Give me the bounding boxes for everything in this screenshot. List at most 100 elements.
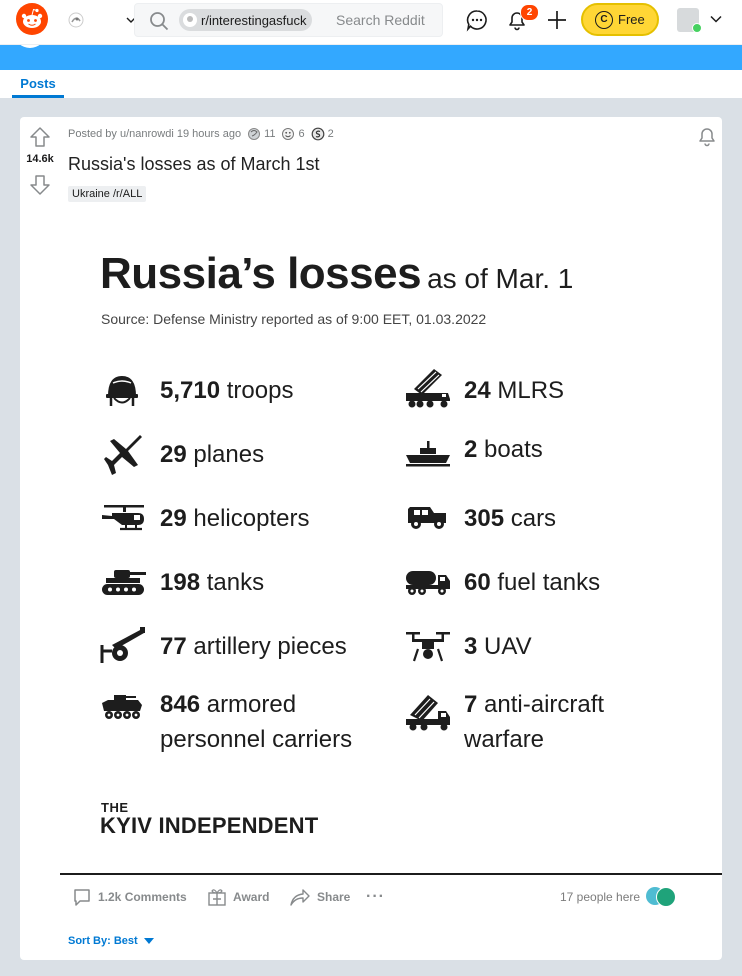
- loss-number: 7: [464, 691, 478, 718]
- loss-number: 29: [160, 441, 187, 468]
- share-label: Share: [317, 890, 351, 904]
- post-actions-bar: 1.2k Comments Award Share ··· 17 people …: [68, 883, 708, 911]
- award-count: 6: [298, 128, 305, 140]
- search-chip-label: r/interestingasfuck: [201, 12, 307, 28]
- loss-label: fuel tanks: [497, 569, 601, 596]
- wholesome-award-icon: [311, 127, 325, 141]
- award-count: 2: [327, 128, 334, 140]
- share-icon: [290, 889, 310, 906]
- award-silver[interactable]: 11: [247, 127, 275, 141]
- loss-item-anti-aircraft: 7 anti-aircraft warfare: [464, 687, 604, 757]
- loss-label: boats: [484, 436, 543, 463]
- chevron-down-icon: [710, 15, 722, 23]
- reddit-logo-icon[interactable]: [16, 3, 48, 35]
- loss-item-armored-personnel-carriers: 846 armored personnel carriers: [160, 687, 352, 757]
- downvote-arrow-icon[interactable]: [28, 173, 52, 197]
- notification-count-badge: 2: [520, 4, 539, 21]
- award-button[interactable]: Award: [207, 883, 269, 911]
- loss-label: UAV: [484, 633, 532, 660]
- chat-icon[interactable]: [464, 7, 490, 33]
- search-input[interactable]: [336, 10, 436, 30]
- award-label: Award: [233, 890, 270, 904]
- share-button[interactable]: Share: [289, 883, 350, 911]
- tab-posts[interactable]: Posts: [12, 70, 64, 98]
- subreddit-tab-bar: Posts: [0, 70, 742, 98]
- loss-number: 305: [464, 505, 505, 532]
- community-dropdown[interactable]: [64, 6, 136, 34]
- posted-by[interactable]: Posted by u/nanrowdi 19 hours ago: [68, 128, 241, 140]
- tank-icon: [102, 570, 146, 595]
- post-title[interactable]: Russia's losses as of March 1st: [68, 154, 320, 175]
- infographic-title-main: Russia’s losses: [100, 249, 422, 298]
- jeep-icon: [408, 507, 446, 529]
- search-community-chip[interactable]: r/interestingasfuck: [179, 9, 312, 31]
- loss-number: 24: [464, 377, 491, 404]
- vote-score: 14.6k: [26, 153, 54, 165]
- loss-item-artillery: 77 artillery pieces: [160, 629, 347, 664]
- loss-item-tanks: 198 tanks: [160, 565, 264, 600]
- loss-label: planes: [193, 441, 265, 468]
- loss-number: 846: [160, 691, 201, 718]
- rocket-launcher-icon: [406, 369, 450, 408]
- people-here-indicator[interactable]: 17 people here: [560, 883, 678, 911]
- comments-label: 1.2k Comments: [98, 890, 187, 904]
- loss-label: cars: [510, 505, 557, 532]
- premium-free-button[interactable]: C Free: [581, 3, 659, 36]
- award-helpful[interactable]: 6: [281, 127, 305, 141]
- loss-label-line2: warfare: [464, 726, 545, 753]
- loss-item-fuel-tanks: 60 fuel tanks: [464, 565, 600, 600]
- post-card: 14.6k Posted by u/nanrowdi 19 hours ago …: [20, 117, 722, 960]
- loss-number: 198: [160, 569, 201, 596]
- people-avatars-icon: [646, 887, 678, 907]
- publisher-name: KYIV INDEPENDENT: [100, 813, 319, 838]
- loss-label: helicopters: [193, 505, 310, 532]
- infographic-image[interactable]: Russia’s losses as of Mar. 1 Source: Defe…: [60, 235, 680, 855]
- loss-label: artillery pieces: [193, 633, 347, 660]
- jet-icon: [104, 435, 142, 475]
- award-wholesome[interactable]: 2: [311, 127, 334, 141]
- community-icon: [68, 12, 84, 28]
- sort-by-dropdown[interactable]: Sort By: Best: [68, 935, 154, 947]
- loss-label: tanks: [206, 569, 265, 596]
- more-options-button[interactable]: ···: [366, 883, 385, 911]
- top-navigation-bar: r/interestingasfuck 2 C Free: [0, 0, 742, 45]
- loss-item-troops: 5,710 troops: [160, 373, 293, 408]
- loss-number: 77: [160, 633, 187, 660]
- loss-number: 2: [464, 436, 478, 463]
- search-icon: [150, 12, 169, 31]
- loss-item-uav: 3 UAV: [464, 629, 532, 664]
- anti-aircraft-icon: [406, 695, 450, 731]
- post-flair[interactable]: Ukraine /r/ALL: [68, 186, 147, 202]
- helmet-icon: [106, 376, 138, 406]
- loss-label: anti-aircraft: [484, 691, 605, 718]
- loss-number: 5,710: [160, 377, 221, 404]
- upvote-arrow-icon[interactable]: [28, 125, 52, 149]
- comment-icon: [74, 889, 90, 906]
- boat-icon: [406, 441, 450, 467]
- award-count: 11: [264, 128, 276, 140]
- loss-label: troops: [226, 377, 294, 404]
- infographic-source: Source: Defense Ministry reported as of …: [101, 311, 487, 327]
- loss-label: armored: [206, 691, 297, 718]
- silver-award-icon: [248, 128, 261, 140]
- plus-icon[interactable]: [544, 7, 570, 33]
- loss-number: 29: [160, 505, 187, 532]
- caret-down-icon: [143, 938, 154, 944]
- search-bar[interactable]: r/interestingasfuck: [134, 3, 443, 37]
- apc-icon: [102, 695, 142, 719]
- people-here-label: 17 people here: [560, 890, 641, 904]
- drone-icon: [406, 632, 450, 662]
- loss-item-mlrs: 24 MLRS: [464, 373, 564, 408]
- fuel-truck-icon: [406, 571, 450, 595]
- subreddit-banner: [0, 44, 742, 70]
- user-menu-dropdown[interactable]: [674, 6, 730, 36]
- premium-label: Free: [618, 12, 645, 27]
- infographic-title: Russia’s losses as of Mar. 1: [100, 249, 573, 299]
- sort-by-label: Sort By: Best: [68, 935, 138, 947]
- post-divider: [60, 873, 722, 875]
- comments-button[interactable]: 1.2k Comments: [72, 883, 187, 911]
- loss-item-boats: 2 boats: [464, 432, 543, 467]
- loss-number: 3: [464, 633, 478, 660]
- infographic-title-suffix: as of Mar. 1: [427, 263, 574, 294]
- follow-post-bell-icon[interactable]: [696, 125, 718, 147]
